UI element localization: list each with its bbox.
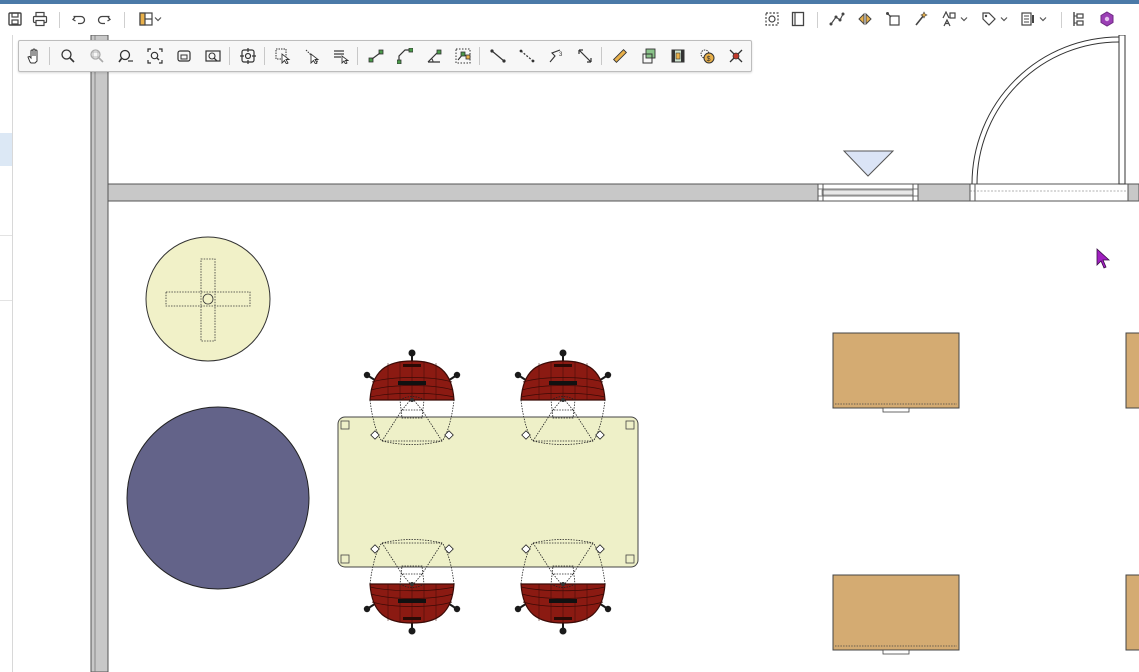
toolbar-separator	[357, 47, 358, 65]
delete-icon[interactable]	[726, 46, 746, 66]
redo-icon[interactable]	[94, 9, 114, 29]
point-snap-icon[interactable]	[366, 46, 386, 66]
chevron-down-icon[interactable]	[998, 9, 1010, 29]
door-marker-triangle	[842, 150, 895, 177]
save-icon[interactable]	[5, 9, 25, 29]
svg-text:3: 3	[559, 52, 563, 58]
book-icon[interactable]	[788, 9, 808, 29]
toolbar-separator	[1061, 12, 1062, 28]
film-icon[interactable]	[668, 46, 688, 66]
chevron-down-icon[interactable]	[1037, 9, 1049, 29]
side-panel-selected-item[interactable]	[0, 133, 12, 166]
door-leaf	[1118, 35, 1126, 185]
chevron-down-icon[interactable]	[958, 9, 970, 29]
money-icon[interactable]: $	[697, 46, 717, 66]
zoom-previous-icon[interactable]	[116, 46, 136, 66]
point-count-icon[interactable]: 3	[546, 46, 566, 66]
zoom-disabled-icon[interactable]	[87, 46, 107, 66]
toolbar-separator	[817, 12, 818, 28]
drawing-canvas[interactable]	[13, 35, 1139, 672]
desk	[1125, 574, 1139, 651]
conference-table	[337, 416, 639, 568]
text-style-icon[interactable]	[939, 9, 959, 29]
view-tools-toolbar: 3 $	[18, 40, 752, 72]
edge-snap-icon[interactable]	[395, 46, 415, 66]
wall-segment	[917, 183, 971, 202]
toolbar-separator	[264, 47, 265, 65]
toolbar-separator	[601, 47, 602, 65]
mouse-cursor	[1096, 248, 1111, 269]
desk	[1125, 332, 1139, 409]
side-panel-divider	[0, 300, 12, 301]
zoom-window-icon[interactable]	[174, 46, 194, 66]
left-side-panel[interactable]	[0, 35, 13, 672]
hierarchy-icon[interactable]	[1069, 9, 1089, 29]
chevron-down-icon[interactable]	[152, 9, 164, 29]
desk	[832, 332, 960, 409]
door-opening	[969, 183, 1139, 202]
toolbar-separator	[49, 47, 50, 65]
svg-text:$: $	[707, 56, 711, 63]
wand-icon[interactable]	[911, 9, 931, 29]
main-toolbar	[0, 4, 1139, 35]
tag-icon[interactable]	[979, 9, 999, 29]
fit-view-icon[interactable]	[762, 9, 782, 29]
door-swing-arc	[971, 36, 1120, 185]
transform-icon[interactable]	[883, 9, 903, 29]
vertical-wall	[90, 35, 109, 672]
dimension-icon[interactable]	[575, 46, 595, 66]
area-icon[interactable]	[639, 46, 659, 66]
points-icon[interactable]	[827, 9, 847, 29]
undo-icon[interactable]	[69, 9, 89, 29]
pan-hand-icon[interactable]	[23, 46, 43, 66]
zoom-icon[interactable]	[58, 46, 78, 66]
side-panel-divider	[0, 235, 12, 236]
desk	[832, 574, 960, 651]
center-view-icon[interactable]	[238, 46, 258, 66]
list-icon[interactable]	[1018, 9, 1038, 29]
floor-plan[interactable]	[13, 35, 1139, 672]
print-icon[interactable]	[30, 9, 50, 29]
select-list-icon[interactable]	[331, 46, 351, 66]
toolbar-separator	[124, 12, 125, 28]
angle-snap-icon[interactable]	[424, 46, 444, 66]
ruler-icon[interactable]	[610, 46, 630, 66]
deselect-icon[interactable]	[302, 46, 322, 66]
select-icon[interactable]	[273, 46, 293, 66]
grid-snap-icon[interactable]	[453, 46, 473, 66]
toolbar-separator	[59, 12, 60, 28]
horizontal-wall	[107, 183, 819, 202]
zoom-selection-icon[interactable]	[203, 46, 223, 66]
zoom-extents-icon[interactable]	[145, 46, 165, 66]
plugin-icon[interactable]	[1097, 9, 1117, 29]
toolbar-separator	[479, 47, 480, 65]
line-icon[interactable]	[488, 46, 508, 66]
toolbar-separator	[229, 47, 230, 65]
round-table-dark	[126, 406, 310, 590]
dashed-line-icon[interactable]	[517, 46, 537, 66]
mirror-icon[interactable]	[855, 9, 875, 29]
